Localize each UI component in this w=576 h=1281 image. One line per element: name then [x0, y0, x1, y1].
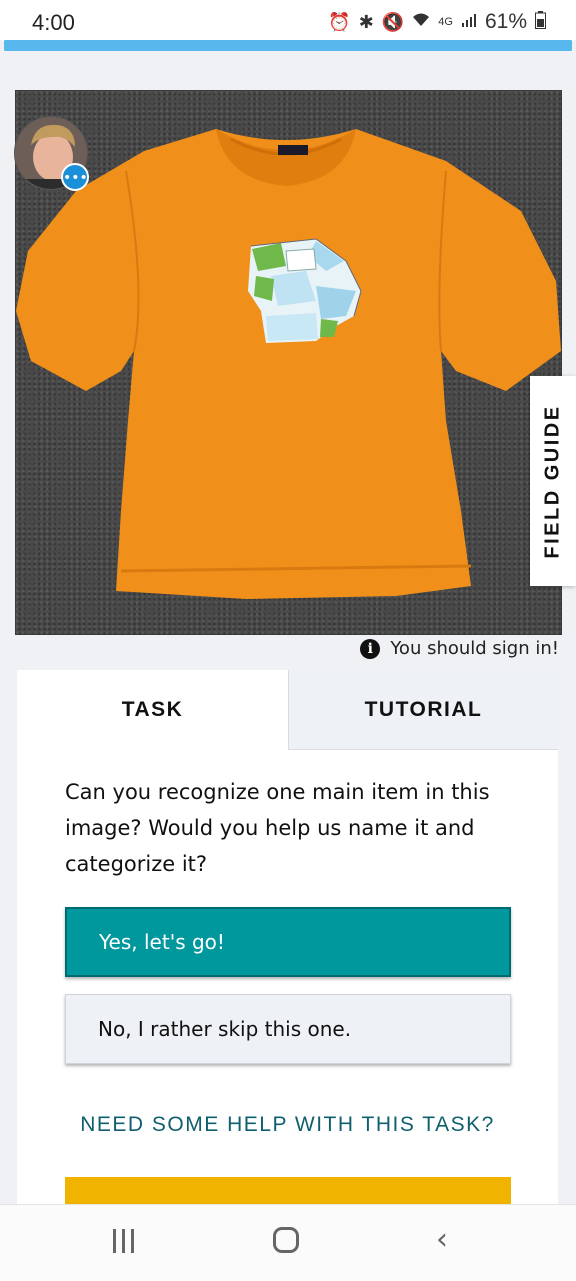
yes-button-label: Yes, let's go! [99, 930, 225, 954]
status-time: 4:00 [32, 10, 75, 35]
subject-image[interactable] [15, 90, 562, 635]
sign-in-text: You should sign in! [390, 638, 559, 659]
alarm-icon: ⏰ [328, 11, 351, 32]
field-guide-tab[interactable]: FIELD GUIDE [530, 376, 576, 586]
battery-percent: 61% [484, 10, 527, 33]
home-icon[interactable] [273, 1227, 299, 1253]
info-icon: i [360, 638, 381, 659]
progress-fill [4, 40, 572, 51]
tab-bar: TASK TUTORIAL [17, 670, 558, 750]
status-bar: 4:00 ⏰ ✱ 🔇 4G 61% [0, 0, 576, 40]
wifi-icon [412, 12, 430, 33]
skip-button-label: No, I rather skip this one. [98, 1017, 352, 1041]
bluetooth-icon: ✱ [358, 11, 374, 32]
skip-button[interactable]: No, I rather skip this one. [65, 994, 511, 1064]
back-icon[interactable]: ‹ [436, 1225, 448, 1255]
tab-tutorial[interactable]: TUTORIAL [288, 670, 558, 750]
status-icons: ⏰ ✱ 🔇 4G 61% [328, 10, 546, 34]
yes-button[interactable]: Yes, let's go! [65, 907, 511, 977]
task-question: Can you recognize one main item in this … [65, 780, 490, 876]
field-guide-label: FIELD GUIDE [541, 403, 564, 559]
next-action-button[interactable] [65, 1177, 511, 1207]
system-nav-bar: ‹ [0, 1204, 576, 1281]
tab-task[interactable]: TASK [17, 670, 288, 750]
help-link[interactable]: NEED SOME HELP WITH THIS TASK? [17, 1113, 558, 1137]
tshirt-illustration [16, 129, 561, 599]
task-panel: TASK TUTORIAL Can you recognize one main… [17, 670, 558, 1207]
chat-icon[interactable]: ••• [61, 163, 89, 191]
battery-icon [535, 10, 546, 34]
network-label: 4G [438, 16, 453, 28]
progress-bar [4, 40, 572, 51]
signal-icon [461, 12, 477, 33]
vibrate-mute-icon: 🔇 [381, 11, 405, 32]
sign-in-notice[interactable]: i You should sign in! [360, 638, 559, 659]
recents-icon[interactable] [113, 1229, 140, 1257]
